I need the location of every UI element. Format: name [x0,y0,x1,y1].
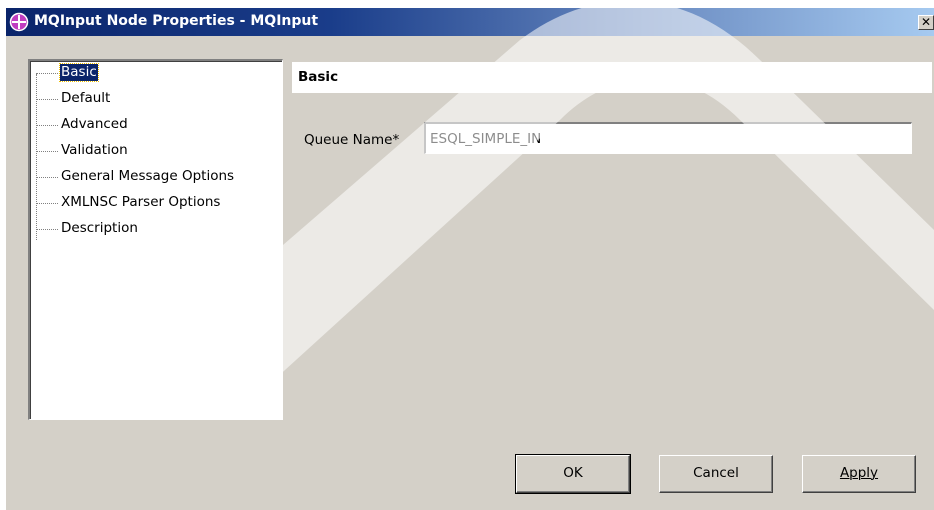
properties-dialog: MQInput Node Properties - MQInput ✕ Basi… [6,8,934,510]
ok-button[interactable]: OK [515,454,631,494]
property-nav-tree[interactable]: Basic Default Advanced Validation Genera… [28,59,283,420]
tree-branch [36,151,58,152]
tree-item-label: Validation [61,142,128,158]
queue-name-label: Queue Name* [304,132,400,148]
mqinput-node-icon [9,12,29,32]
apply-button[interactable]: Apply [802,455,916,493]
tree-item-label: Basic [59,63,99,82]
cancel-button[interactable]: Cancel [659,455,773,493]
tree-branch [36,125,58,126]
tree-branch [36,177,58,178]
queue-name-input[interactable] [424,122,912,154]
tree-item-label: Advanced [61,116,128,132]
section-header: Basic [292,62,932,93]
tree-branch [36,229,58,230]
tree-item-label: Default [61,90,111,106]
section-title: Basic [298,69,339,85]
close-icon: ✕ [920,15,932,29]
close-button[interactable]: ✕ [918,15,934,30]
tree-branch [36,73,58,74]
tree-branch [36,203,58,204]
tree-branch [36,99,58,100]
tree-item-label: XMLNSC Parser Options [61,194,221,210]
tree-item-label: Description [61,220,138,236]
title-bar[interactable]: MQInput Node Properties - MQInput ✕ [6,8,934,36]
tree-item-label: General Message Options [61,168,235,184]
window-title: MQInput Node Properties - MQInput [34,13,319,29]
